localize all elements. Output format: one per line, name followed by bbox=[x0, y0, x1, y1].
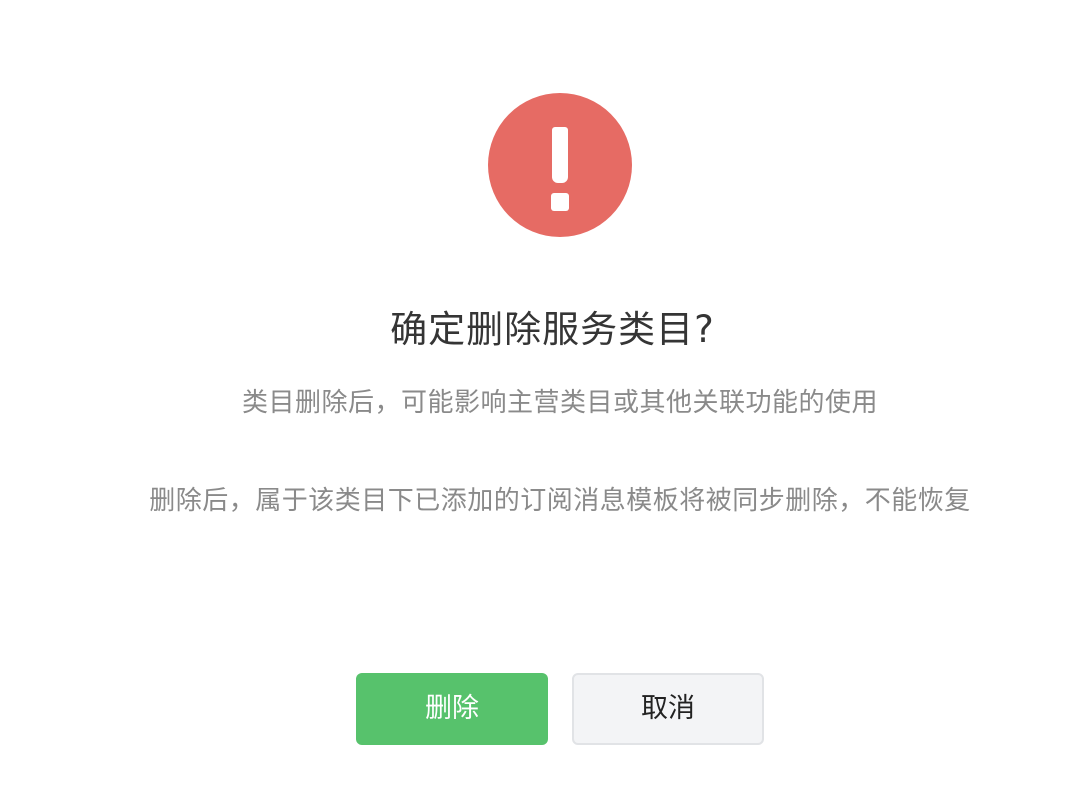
delete-button[interactable]: 删除 bbox=[356, 673, 548, 745]
dialog-title: 确定删除服务类目? bbox=[390, 308, 715, 351]
dialog-description-templates: 删除后，属于该类目下已添加的订阅消息模板将被同步删除，不能恢复 bbox=[149, 486, 971, 516]
cancel-button[interactable]: 取消 bbox=[572, 673, 764, 745]
exclamation-bar bbox=[552, 127, 568, 183]
exclamation-warning-icon bbox=[488, 93, 632, 237]
exclamation-dot bbox=[551, 193, 569, 211]
delete-category-dialog: 确定删除服务类目? 类目删除后，可能影响主营类目或其他关联功能的使用 删除后，属… bbox=[0, 0, 1070, 792]
dialog-description-impact: 类目删除后，可能影响主营类目或其他关联功能的使用 bbox=[241, 388, 878, 418]
